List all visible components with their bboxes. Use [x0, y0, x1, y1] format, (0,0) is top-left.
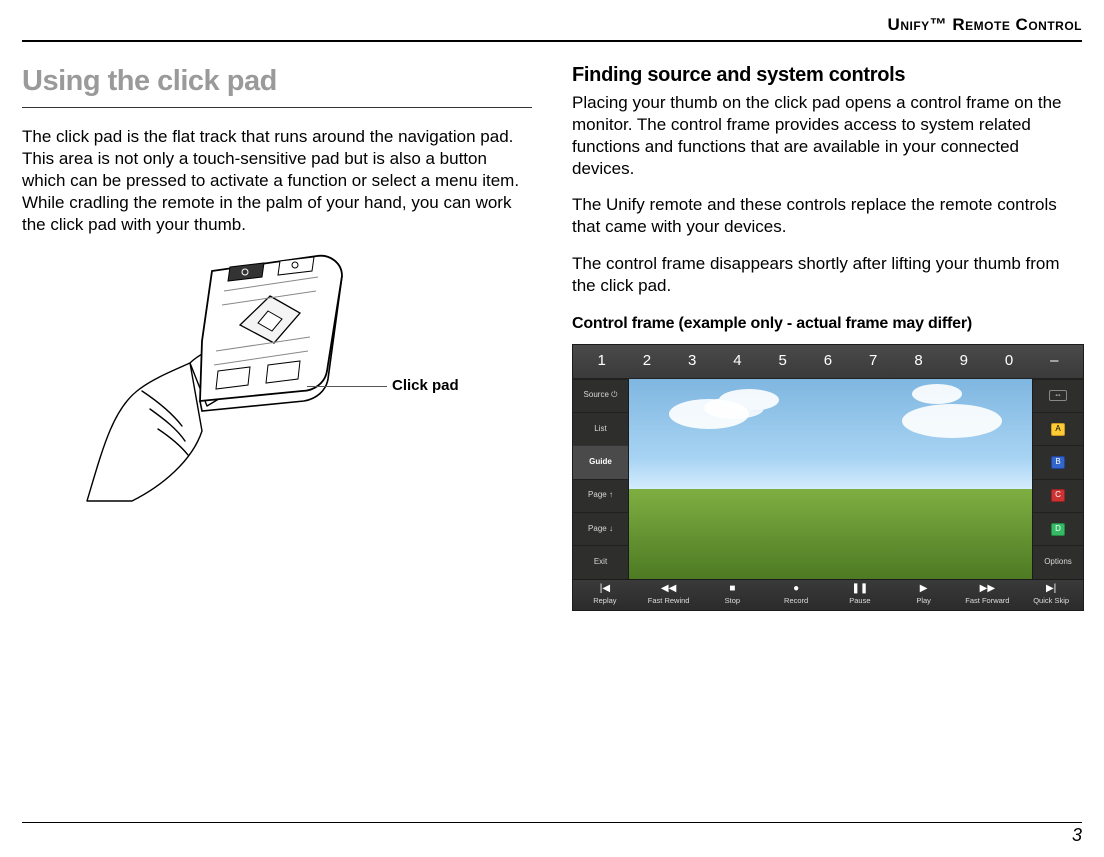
left-menu-item: Page ↑ [573, 479, 628, 512]
left-menu-item: Guide [573, 445, 628, 478]
number-key: – [1032, 349, 1077, 373]
transport-button: ■ Stop [701, 580, 765, 610]
right-menu-item: A [1033, 412, 1083, 445]
left-column: Using the click pad The click pad is the… [22, 62, 532, 611]
transport-icon: ● [793, 584, 799, 594]
transport-label: Quick Skip [1033, 596, 1069, 606]
transport-icon: |◀ [600, 584, 610, 594]
page-header: Unify™ Remote Control [22, 14, 1082, 37]
callout-line [307, 386, 387, 387]
transport-row: |◀ Replay ◀◀ Fast Rewind ■ Stop ● Record ❚❚ Pause… [573, 579, 1083, 610]
transport-icon: ❚❚ [851, 584, 868, 594]
subheading: Finding source and system controls [572, 62, 1082, 89]
right-menu-item: D [1033, 512, 1083, 545]
transport-label: Pause [849, 596, 870, 606]
number-key: 1 [579, 349, 624, 373]
color-key-icon: D [1051, 523, 1065, 536]
transport-label: Stop [725, 596, 740, 606]
number-key: 4 [715, 349, 760, 373]
transport-label: Record [784, 596, 808, 606]
transport-label: Fast Rewind [648, 596, 690, 606]
number-key: 2 [624, 349, 669, 373]
para1: Placing your thumb on the click pad open… [572, 92, 1082, 180]
transport-icon: ▶▶ [980, 584, 995, 594]
hand-holding-remote-illustration [82, 251, 372, 511]
color-key-icon: C [1051, 489, 1065, 502]
transport-icon: ■ [729, 584, 735, 594]
transport-button: ❚❚ Pause [828, 580, 892, 610]
transport-icon: ▶| [1046, 584, 1056, 594]
click-pad-description: The click pad is the flat track that run… [22, 126, 532, 236]
section-rule [22, 107, 532, 108]
number-key: 9 [941, 349, 986, 373]
click-pad-figure: Click pad [22, 251, 532, 521]
number-key: 5 [760, 349, 805, 373]
control-frame-middle: Source ⏻ListGuidePage ↑Page ↓Exit ⇔ A B C DO… [573, 379, 1083, 579]
right-menu: ⇔ A B C D Options [1033, 379, 1083, 579]
example-caption: Control frame (example only - actual fra… [572, 313, 1082, 335]
transport-icon: ▶ [920, 584, 928, 594]
right-menu-item: B [1033, 445, 1083, 478]
transport-label: Fast Forward [965, 596, 1009, 606]
aspect-ratio-icon: ⇔ [1049, 390, 1067, 401]
right-column: Finding source and system controls Placi… [572, 62, 1082, 611]
left-menu-item: Source ⏻ [573, 379, 628, 412]
transport-label: Replay [593, 596, 616, 606]
transport-button: ▶ Play [892, 580, 956, 610]
header-rule [22, 40, 1082, 42]
right-menu-item: ⇔ [1033, 379, 1083, 412]
transport-button: ▶▶ Fast Forward [956, 580, 1020, 610]
transport-button: ● Record [764, 580, 828, 610]
callout-label: Click pad [392, 376, 459, 396]
para3: The control frame disappears shortly aft… [572, 253, 1082, 297]
color-key-icon: A [1051, 423, 1065, 436]
para2: The Unify remote and these controls repl… [572, 194, 1082, 238]
left-menu-item: Exit [573, 545, 628, 578]
control-frame-example: 1234567890– Source ⏻ListGuidePage ↑Page … [572, 344, 1084, 610]
color-key-icon: B [1051, 456, 1065, 469]
transport-label: Play [916, 596, 931, 606]
left-menu-item: List [573, 412, 628, 445]
left-menu: Source ⏻ListGuidePage ↑Page ↓Exit [573, 379, 628, 579]
number-key: 6 [805, 349, 850, 373]
number-key: 0 [986, 349, 1031, 373]
number-key: 3 [670, 349, 715, 373]
page-number: 3 [1072, 823, 1082, 847]
section-title: Using the click pad [22, 62, 532, 101]
number-row: 1234567890– [573, 345, 1083, 378]
transport-icon: ◀◀ [661, 584, 676, 594]
transport-button: ◀◀ Fast Rewind [637, 580, 701, 610]
left-menu-item: Page ↓ [573, 512, 628, 545]
right-menu-item: Options [1033, 545, 1083, 578]
transport-button: |◀ Replay [573, 580, 637, 610]
transport-button: ▶| Quick Skip [1019, 580, 1083, 610]
video-preview [628, 379, 1033, 579]
number-key: 8 [896, 349, 941, 373]
number-key: 7 [851, 349, 896, 373]
right-menu-item: C [1033, 479, 1083, 512]
footer-rule [22, 822, 1082, 823]
content-columns: Using the click pad The click pad is the… [22, 62, 1082, 611]
